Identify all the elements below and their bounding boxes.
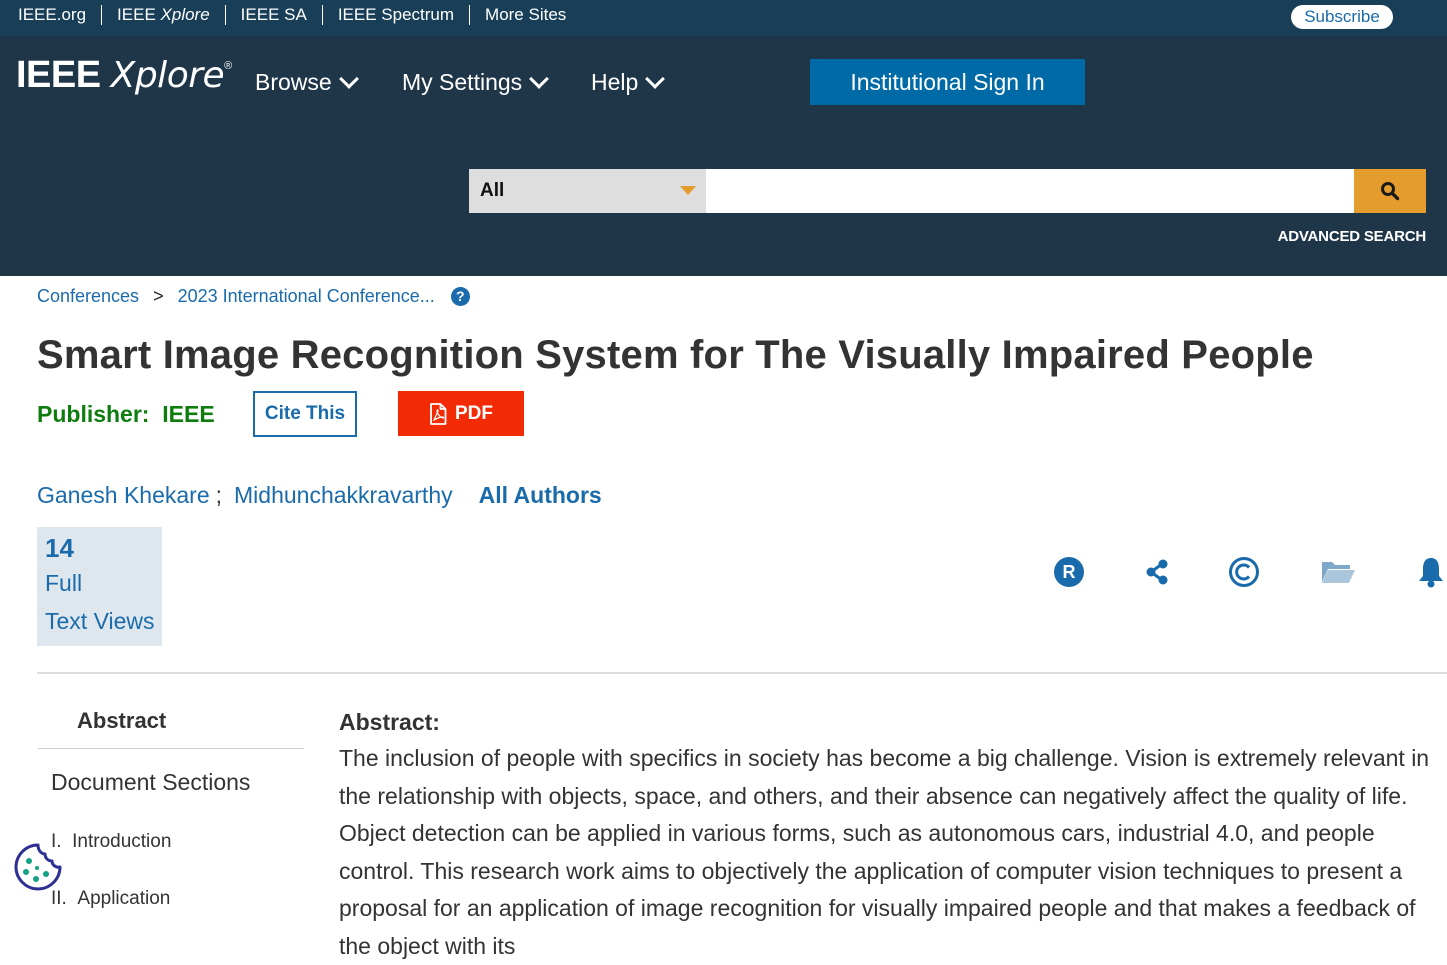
views-count: 14 — [45, 533, 74, 563]
cookie-preferences-button[interactable] — [12, 841, 64, 893]
link-ieee-sa[interactable]: IEEE SA — [224, 5, 322, 25]
site-header: IEEE Xplore® Browse My Settings Help Ins… — [0, 36, 1447, 276]
link-ieee-xplore-italic: Xplore — [160, 5, 210, 24]
sidebar-divider — [38, 748, 304, 749]
section-label: Application — [77, 888, 171, 909]
ieee-sites-nav: IEEE.org IEEE Xplore IEEE SA IEEE Spectr… — [0, 0, 581, 30]
copyright-icon — [1229, 557, 1259, 587]
logo-registered-mark: ® — [224, 60, 232, 72]
link-ieee-xplore-prefix: IEEE — [117, 5, 156, 24]
section-divider — [37, 672, 1447, 674]
chevron-down-icon — [645, 68, 666, 89]
search-icon — [1381, 182, 1400, 201]
institutional-sign-in-button[interactable]: Institutional Sign In — [810, 59, 1085, 105]
search-bar: All — [469, 169, 1426, 213]
chevron-down-icon — [338, 68, 359, 89]
dropdown-arrow-icon — [680, 186, 696, 195]
abstract-heading: Abstract: — [339, 709, 440, 735]
pdf-file-icon — [430, 402, 447, 425]
chevron-down-icon — [529, 68, 550, 89]
search-input[interactable] — [706, 169, 1354, 213]
rights-permissions-button[interactable]: R — [1051, 554, 1087, 590]
breadcrumb-conference[interactable]: 2023 International Conference... — [178, 286, 435, 307]
search-scope-select[interactable]: All — [469, 169, 706, 213]
logo-ieee-text: IEEE — [16, 54, 101, 96]
sidebar-item-application[interactable]: II. Application — [51, 888, 170, 910]
alerts-button[interactable] — [1413, 554, 1447, 590]
publisher: Publisher: IEEE — [37, 401, 215, 428]
cite-this-button[interactable]: Cite This — [253, 391, 357, 437]
folder-icon — [1322, 562, 1355, 583]
help-icon[interactable]: ? — [450, 287, 470, 306]
page-title: Smart Image Recognition System for The V… — [37, 333, 1314, 377]
nav-help[interactable]: Help — [591, 68, 666, 96]
pdf-button-label: PDF — [455, 402, 493, 424]
author-link[interactable]: Midhunchakkravarthy — [234, 482, 453, 509]
pdf-button[interactable]: PDF — [398, 391, 524, 436]
document-sections-heading: Document Sections — [51, 769, 251, 795]
share-icon — [1146, 559, 1168, 585]
link-ieee-org[interactable]: IEEE.org — [0, 5, 101, 25]
bell-icon — [1419, 558, 1443, 588]
publisher-label: Publisher: — [37, 401, 150, 427]
top-utility-bar: IEEE.org IEEE Xplore IEEE SA IEEE Spectr… — [0, 0, 1447, 36]
views-label-line1: Full — [45, 570, 83, 596]
share-button[interactable] — [1139, 554, 1175, 590]
publisher-name: IEEE — [162, 401, 215, 427]
logo-xplore-text: Xplore — [110, 55, 225, 96]
full-text-views-badge: 14 Full Text Views — [37, 527, 162, 646]
authors: Ganesh Khekare ; Midhunchakkravarthy All… — [37, 482, 602, 509]
nav-browse-label: Browse — [255, 69, 332, 95]
sidebar-item-abstract[interactable]: Abstract — [77, 708, 166, 734]
advanced-search-link[interactable]: ADVANCED SEARCH — [1278, 228, 1427, 245]
section-label: Introduction — [72, 831, 172, 852]
author-separator: ; — [215, 482, 223, 508]
nav-my-settings-label: My Settings — [402, 69, 523, 95]
all-authors-link[interactable]: All Authors — [479, 482, 602, 509]
nav-browse[interactable]: Browse — [255, 68, 359, 96]
breadcrumb-separator: > — [153, 286, 164, 306]
breadcrumb-conferences[interactable]: Conferences — [37, 286, 139, 307]
search-button[interactable] — [1354, 169, 1426, 213]
breadcrumb: Conferences > 2023 International Confere… — [37, 286, 470, 307]
copyright-button[interactable] — [1226, 554, 1262, 590]
link-ieee-xplore[interactable]: IEEE Xplore — [101, 5, 225, 25]
subscribe-button[interactable]: Subscribe — [1291, 5, 1393, 29]
views-label-line2: Text Views — [45, 608, 155, 634]
rights-icon: R — [1054, 557, 1084, 587]
ieee-xplore-logo[interactable]: IEEE Xplore® — [16, 54, 232, 97]
author-link[interactable]: Ganesh Khekare — [37, 482, 210, 509]
search-scope-value: All — [480, 180, 505, 201]
nav-help-label: Help — [591, 69, 639, 95]
link-ieee-spectrum[interactable]: IEEE Spectrum — [321, 5, 469, 25]
sidebar-item-introduction[interactable]: I. Introduction — [51, 831, 171, 853]
nav-my-settings[interactable]: My Settings — [402, 68, 550, 96]
cookie-icon — [13, 842, 63, 892]
svg-text:R: R — [1063, 562, 1076, 582]
abstract-text: The inclusion of people with specifics i… — [339, 745, 1430, 959]
save-to-folder-button[interactable] — [1320, 554, 1356, 590]
link-more-sites[interactable]: More Sites — [469, 5, 581, 25]
